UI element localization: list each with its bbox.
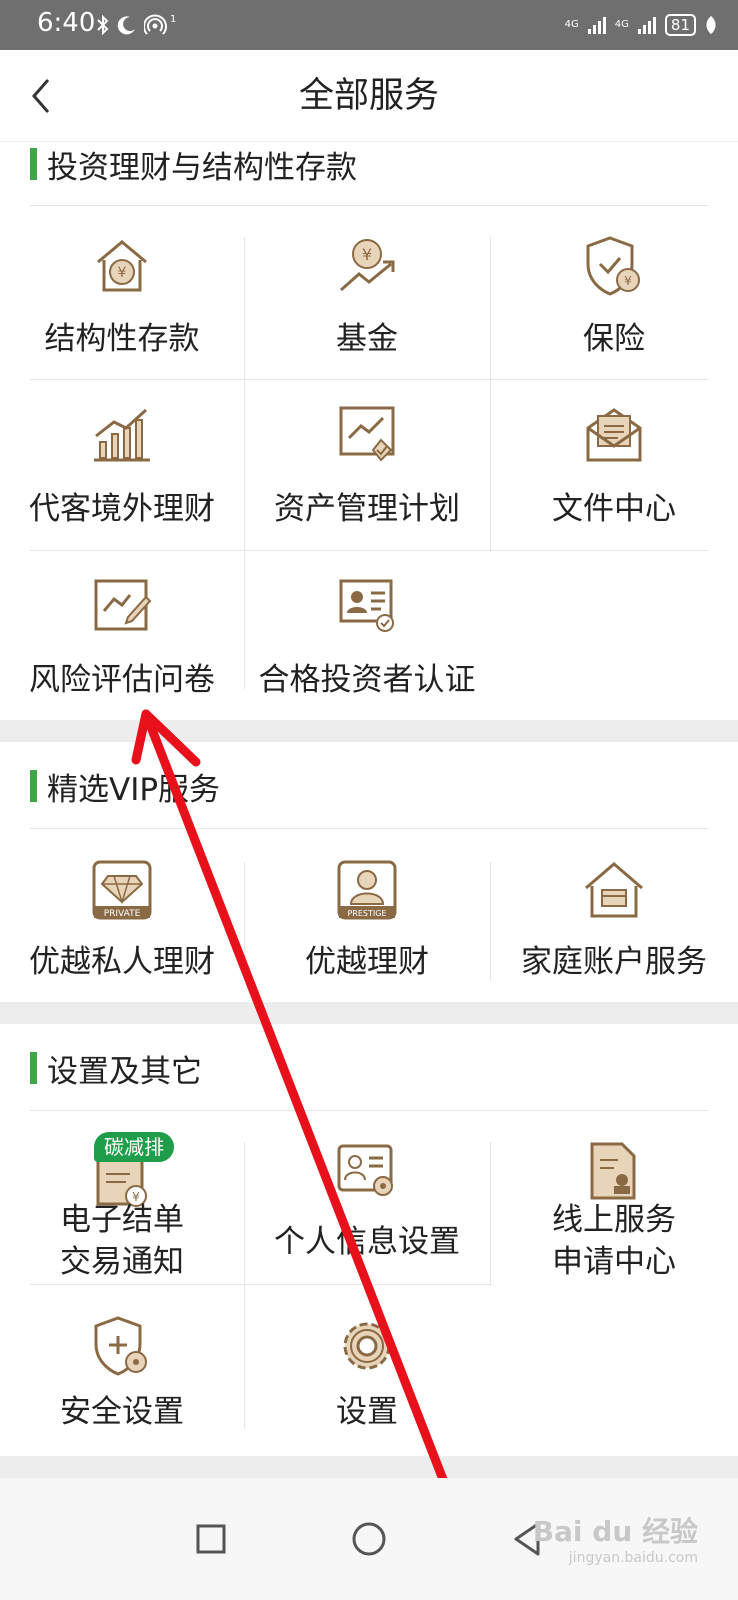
network-type-2: 4G xyxy=(614,19,629,30)
svg-text:¥: ¥ xyxy=(624,274,632,288)
service-overseas-wealth[interactable]: 代客境外理财 xyxy=(0,380,244,550)
signal-icon xyxy=(637,17,656,34)
chart-check-icon xyxy=(339,406,395,462)
service-settings[interactable]: 设置 xyxy=(244,1286,490,1446)
section-investment: 投资理财与结构性存款 ¥ 结构性存款 ¥ 基金 ¥ 保险 代客境外理财 资产管理… xyxy=(0,142,738,720)
shield-yuan-icon: ¥ xyxy=(586,236,640,296)
service-structured-deposit[interactable]: ¥ 结构性存款 xyxy=(0,222,244,379)
section-vip: 精选VIP服务 PRIVATE 优越私人理财 PRESTIGE 优越理财 家庭账… xyxy=(0,742,738,1002)
prestige-person-icon: PRESTIGE xyxy=(337,860,397,920)
baidu-watermark: Bai du 经验 jingyan.baidu.com xyxy=(532,1515,698,1566)
square-icon[interactable] xyxy=(180,1508,240,1568)
svg-text:¥: ¥ xyxy=(118,265,127,281)
certificate-icon xyxy=(339,579,394,632)
envelope-document-icon xyxy=(586,408,642,462)
document-stamp-icon xyxy=(590,1142,636,1200)
service-risk-questionnaire[interactable]: 风险评估问卷 xyxy=(0,551,244,701)
page-title: 全部服务 xyxy=(298,76,439,116)
leaf-icon xyxy=(706,16,716,34)
service-fund[interactable]: ¥ 基金 xyxy=(244,222,490,379)
shield-gear-icon xyxy=(94,1316,147,1376)
hotspot-icon xyxy=(144,14,167,35)
service-insurance[interactable]: ¥ 保险 xyxy=(490,222,738,379)
id-card-gear-icon xyxy=(337,1144,393,1196)
service-document-center[interactable]: 文件中心 xyxy=(490,380,738,550)
section-settings: 设置及其它 ¥ 碳减排 电子结单 交易通知 个人信息设置 线上服务 申请中心 安… xyxy=(0,1024,738,1456)
svg-text:¥: ¥ xyxy=(362,245,372,264)
circle-icon[interactable] xyxy=(338,1508,398,1568)
service-security-settings[interactable]: 安全设置 xyxy=(0,1286,244,1446)
house-card-icon xyxy=(585,862,643,918)
status-time: 6:40 xyxy=(37,8,96,38)
house-yuan-icon: ¥ xyxy=(97,240,147,292)
service-asset-management[interactable]: 资产管理计划 xyxy=(244,380,490,550)
gear-icon xyxy=(343,1322,391,1370)
status-bar: 6:40 1 4G 4G 81 xyxy=(0,0,738,50)
service-family-account[interactable]: 家庭账户服务 xyxy=(490,842,738,992)
section-title: 投资理财与结构性存款 xyxy=(30,144,357,186)
chart-pencil-icon xyxy=(94,579,152,631)
section-title: 设置及其它 xyxy=(30,1048,202,1090)
service-premier-wealth[interactable]: PRESTIGE 优越理财 xyxy=(244,842,490,992)
service-private-wealth[interactable]: PRIVATE 优越私人理财 xyxy=(0,842,244,992)
hotspot-count: 1 xyxy=(170,14,177,25)
bar-chart-icon xyxy=(94,408,150,462)
svg-text:PRESTIGE: PRESTIGE xyxy=(347,909,386,918)
yuan-growth-icon: ¥ xyxy=(340,239,395,292)
svg-text:PRIVATE: PRIVATE xyxy=(104,909,141,919)
header: 全部服务 xyxy=(0,50,738,142)
moon-icon xyxy=(117,16,135,35)
battery-level: 81 xyxy=(664,14,696,36)
private-diamond-icon: PRIVATE xyxy=(92,860,152,920)
service-qualified-investor[interactable]: 合格投资者认证 xyxy=(244,551,490,701)
service-e-statement[interactable]: ¥ 碳减排 电子结单 交易通知 xyxy=(0,1124,244,1284)
bluetooth-icon xyxy=(97,14,109,36)
service-personal-info[interactable]: 个人信息设置 xyxy=(244,1124,490,1284)
service-online-application[interactable]: 线上服务 申请中心 xyxy=(490,1124,738,1284)
network-type-1: 4G xyxy=(564,19,579,30)
signal-icon xyxy=(587,17,606,34)
carbon-badge: 碳减排 xyxy=(94,1132,174,1162)
section-title: 精选VIP服务 xyxy=(30,766,220,808)
